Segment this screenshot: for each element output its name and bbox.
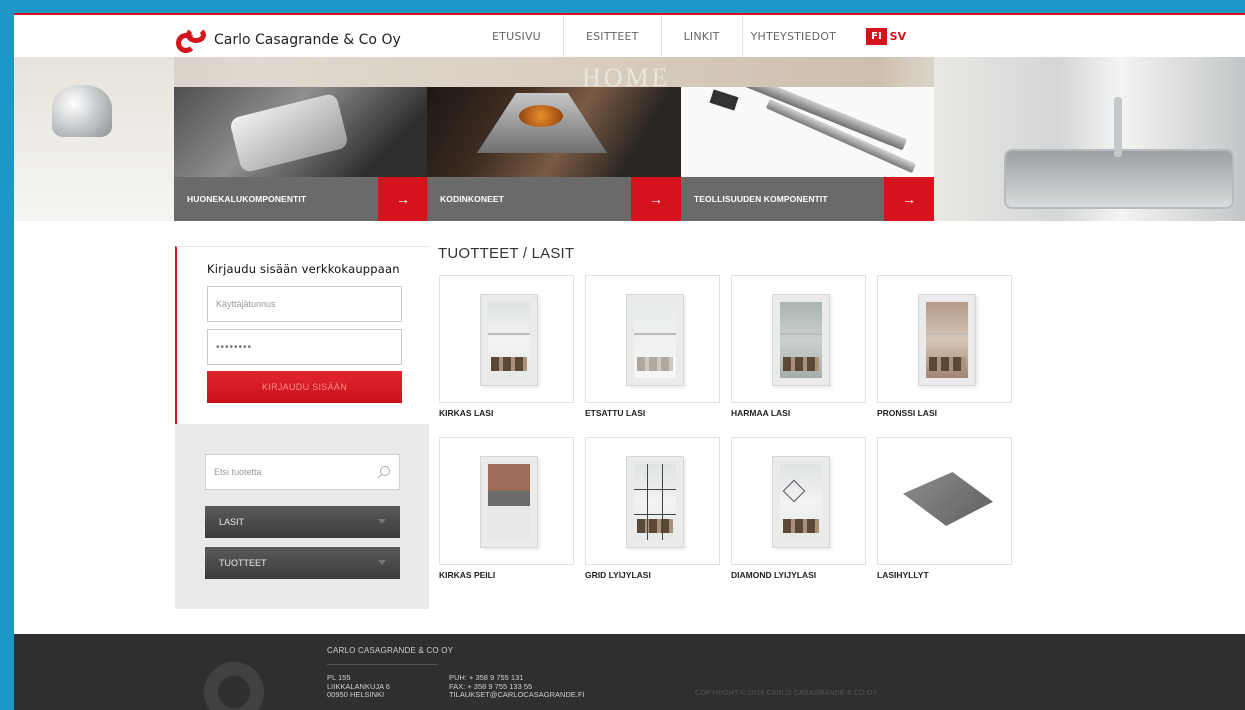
footer-address: PL 155 LIIKKALANKUJA 6 00950 HELSINKI [327,673,390,700]
address-line: 00950 HELSINKI [327,690,385,699]
dropdown-label: TUOTTEET [219,558,267,568]
product-image[interactable] [877,437,1012,565]
product-image[interactable] [439,275,574,403]
product-label[interactable]: DIAMOND LYIJYLASI [731,570,868,580]
tile-image [427,87,681,177]
product-card[interactable]: DIAMOND LYIJYLASI [731,437,868,580]
dropdown-label: LASIT [219,517,245,527]
page-title: TUOTTEET / LASIT [438,245,575,262]
lang-sv[interactable]: SV [890,30,906,43]
footer: CARLO CASAGRANDE & CO OY PL 155 LIIKKALA… [14,634,1245,710]
search-icon[interactable] [377,465,391,479]
product-card[interactable]: GRID LYIJYLASI [585,437,722,580]
footer-contact: PUH: + 358 9 755 131 FAX: + 358 9 755 13… [449,673,585,700]
main-nav: ETUSIVU ESITTEET LINKIT YHTEYSTIEDOT FI … [470,15,906,57]
password-field[interactable]: •••••••• [207,329,402,365]
product-label[interactable]: GRID LYIJYLASI [585,570,722,580]
nav-esitteet[interactable]: ESITTEET [562,15,661,57]
product-card[interactable]: KIRKAS LASI [439,275,576,418]
page: Carlo Casagrande & Co Oy ETUSIVU ESITTEE… [14,13,1245,710]
sidebar: Kirjaudu sisään verkkokauppaan Käyttäjät… [175,246,429,609]
nav-yhteystiedot[interactable]: YHTEYSTIEDOT [741,15,845,57]
nav-linkit[interactable]: LINKIT [660,15,742,57]
tile-bar: TEOLLISUUDEN KOMPONENTIT → [681,177,934,221]
logo-text: Carlo Casagrande & Co Oy [214,32,401,48]
product-label[interactable]: KIRKAS PEILI [439,570,576,580]
footer-company: CARLO CASAGRANDE & CO OY [327,646,454,655]
tile-label: HUONEKALUKOMPONENTIT [187,194,307,204]
kettle-image [52,85,112,137]
product-image[interactable] [585,437,720,565]
login-title: Kirjaudu sisään verkkokauppaan [207,262,400,276]
footer-logo-icon [194,642,294,710]
chevron-down-icon [378,560,386,565]
chevron-down-icon [378,519,386,524]
product-image[interactable] [731,437,866,565]
search-placeholder: Etsi tuotetta [214,467,262,477]
category-tile-appliances[interactable]: KODINKONEET → [427,87,681,221]
arrow-right-icon[interactable]: → [631,177,681,221]
nav-etusivu[interactable]: ETUSIVU [470,15,563,57]
product-label[interactable]: PRONSSI LASI [877,408,1014,418]
product-card[interactable]: LASIHYLLYT [877,437,1014,580]
tile-bar: KODINKONEET → [427,177,681,221]
footer-divider [327,664,437,665]
username-field[interactable]: Käyttäjätunnus [207,286,402,322]
product-card[interactable]: KIRKAS PEILI [439,437,576,580]
category-tile-industrial[interactable]: TEOLLISUUDEN KOMPONENTIT → [681,87,934,221]
product-image[interactable] [731,275,866,403]
arrow-right-icon[interactable]: → [884,177,934,221]
logo[interactable]: Carlo Casagrande & Co Oy [176,25,401,55]
category-dropdown[interactable]: LASIT [205,506,400,538]
products-dropdown[interactable]: TUOTTEET [205,547,400,579]
product-image[interactable] [585,275,720,403]
tile-label: TEOLLISUUDEN KOMPONENTIT [694,194,828,204]
sink-image [1004,149,1234,209]
product-card[interactable]: ETSATTU LASI [585,275,722,418]
product-card[interactable]: PRONSSI LASI [877,275,1014,418]
product-label[interactable]: HARMAA LASI [731,408,868,418]
logo-mark-icon [176,27,208,53]
tile-bar: HUONEKALUKOMPONENTIT → [174,177,428,221]
hero-banner: HOME HUONEKALUKOMPONENTIT → KODINKONEET … [14,57,1245,221]
product-image[interactable] [877,275,1012,403]
product-label[interactable]: LASIHYLLYT [877,570,1014,580]
login-button[interactable]: KIRJAUDU SISÄÄN [207,371,402,403]
tile-image [681,87,934,177]
search-input[interactable]: Etsi tuotetta [205,454,400,490]
category-tile-furniture[interactable]: HUONEKALUKOMPONENTIT → [174,87,428,221]
login-panel: Kirjaudu sisään verkkokauppaan Käyttäjät… [175,246,429,424]
order-email-link[interactable]: TILAUKSET@CARLOCASAGRANDE.FI [449,690,585,700]
search-panel: Etsi tuotetta LASIT TUOTTEET [175,424,429,609]
lang-fi[interactable]: FI [866,27,887,45]
product-image[interactable] [439,437,574,565]
language-switcher: FI SV [866,15,906,57]
product-card[interactable]: HARMAA LASI [731,275,868,418]
faucet-image [1114,97,1122,157]
product-label[interactable]: ETSATTU LASI [585,408,722,418]
tile-image [174,87,428,177]
copyright: COPYRIGHT © 2016 CARLO CASAGRANDE & CO O… [695,690,878,697]
hero-cabinet [14,57,174,221]
arrow-right-icon[interactable]: → [378,177,428,221]
tile-label: KODINKONEET [440,194,504,204]
product-label[interactable]: KIRKAS LASI [439,408,576,418]
